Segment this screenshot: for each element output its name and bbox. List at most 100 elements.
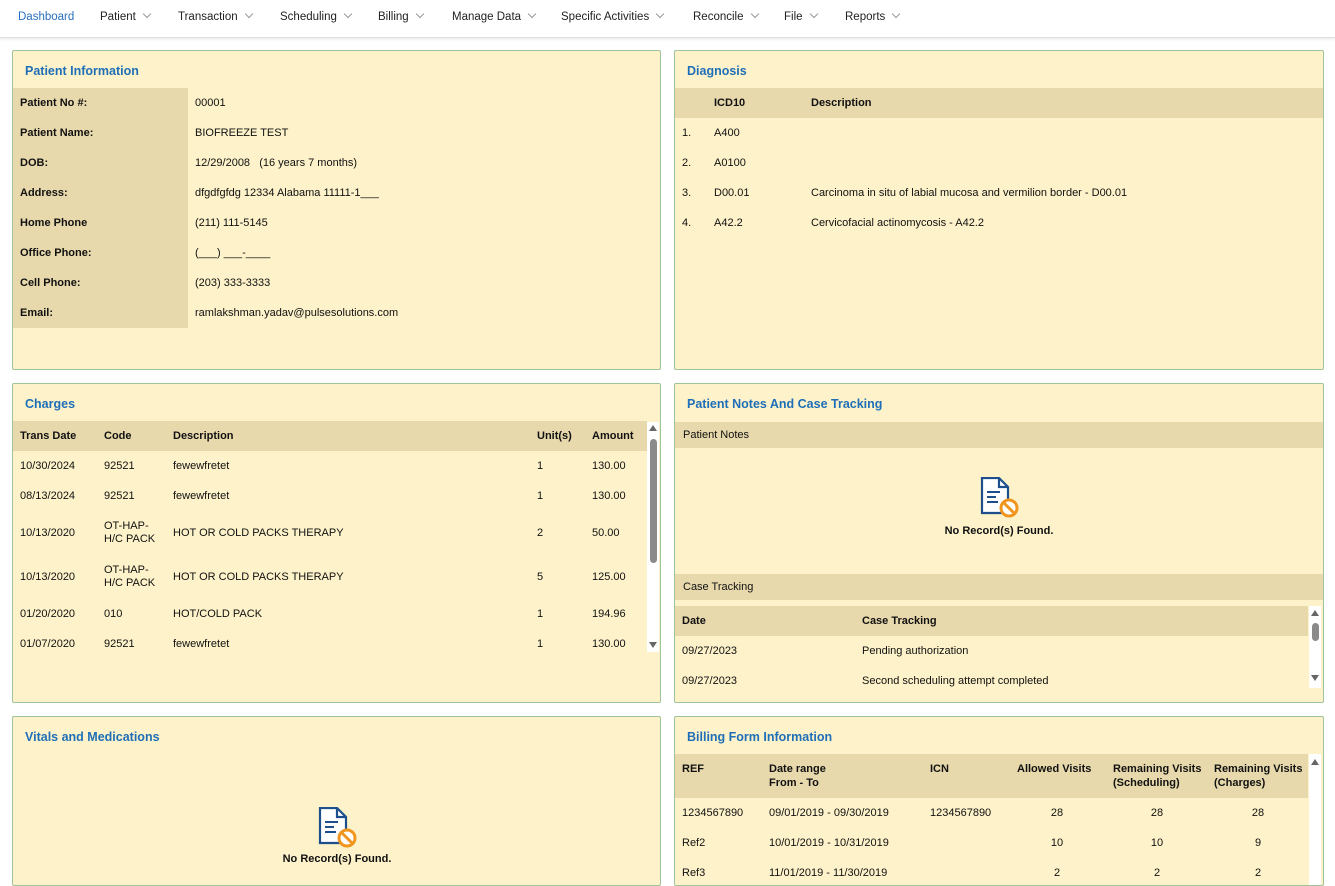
date-range-value: 10/01/2019 - 10/31/2019 — [769, 837, 889, 849]
column-header: Unit(s) — [537, 430, 572, 442]
column-header: Date range — [769, 763, 826, 775]
charge-units: 5 — [537, 571, 544, 583]
icd-code: A42.2 — [714, 217, 743, 229]
trans-date: 08/13/2024 — [20, 490, 76, 502]
nav-patient[interactable]: Patient — [100, 9, 152, 23]
nav-reconcile[interactable]: Reconcile — [693, 9, 759, 23]
no-records-icon — [979, 476, 1019, 522]
chevron-down-icon — [244, 9, 253, 19]
charge-units: 1 — [537, 638, 544, 650]
nav-transaction-label: Transaction — [178, 11, 238, 23]
row-number: 4. — [682, 217, 692, 229]
dob-value: 12/29/2008 (16 years 7 months) — [195, 157, 358, 169]
allowed-visits-value: 10 — [1050, 837, 1064, 849]
icd-code: A0100 — [714, 157, 746, 169]
charge-description: fewewfretet — [173, 638, 230, 650]
field-label: Cell Phone: — [20, 277, 81, 289]
remaining-scheduling-value: 10 — [1150, 837, 1164, 849]
scroll-up-icon[interactable] — [1311, 759, 1319, 765]
field-label: Patient Name: — [20, 127, 94, 139]
charge-amount: 194.96 — [592, 608, 626, 620]
home-phone-value: (211) 111-5145 — [195, 217, 268, 229]
column-header: Remaining Visits — [1214, 763, 1303, 775]
charge-amount: 50.00 — [592, 527, 620, 539]
row-number: 1. — [682, 127, 692, 139]
charge-code: 92521 — [104, 460, 135, 472]
column-header: REF — [682, 763, 704, 775]
nav-reports[interactable]: Reports — [845, 9, 901, 23]
chevron-down-icon — [655, 9, 665, 19]
row-number: 3. — [682, 187, 692, 199]
charge-amount: 125.00 — [592, 571, 626, 583]
nav-manage-data[interactable]: Manage Data — [452, 9, 537, 23]
column-header: ICN — [930, 763, 949, 775]
column-header: Trans Date — [20, 430, 77, 442]
nav-dashboard[interactable]: Dashboard — [18, 11, 74, 23]
charge-description: fewewfretet — [173, 490, 230, 502]
table-header: Trans Date Code Description Unit(s) Amou… — [13, 421, 647, 451]
remaining-scheduling-value: 2 — [1153, 867, 1161, 879]
icn-value: 1234567890 — [930, 807, 992, 819]
scroll-thumb[interactable] — [1312, 623, 1319, 641]
nav-scheduling[interactable]: Scheduling — [280, 9, 353, 23]
date-range-value: 09/01/2019 - 09/30/2019 — [769, 807, 889, 819]
nav-file-label: File — [784, 11, 803, 23]
remaining-charges-value: 9 — [1254, 837, 1262, 849]
scroll-down-icon[interactable] — [649, 642, 657, 648]
remaining-charges-value: 2 — [1254, 867, 1262, 879]
column-header: (Scheduling) — [1113, 777, 1180, 789]
scroll-thumb[interactable] — [650, 439, 657, 563]
allowed-visits-value: 2 — [1053, 867, 1061, 879]
remaining-charges-value: 28 — [1251, 807, 1265, 819]
charge-description: HOT/COLD PACK — [173, 608, 263, 620]
column-header: Code — [104, 430, 132, 442]
scroll-up-icon[interactable] — [649, 425, 657, 431]
nav-specific-activities[interactable]: Specific Activities — [561, 9, 665, 23]
charge-code: 010 — [104, 608, 123, 620]
column-header: Allowed Visits — [1017, 763, 1092, 775]
chevron-down-icon — [809, 9, 818, 19]
charge-units: 1 — [537, 460, 544, 472]
panel-title: Diagnosis — [687, 64, 747, 78]
case-tracking-scrollbar[interactable] — [1309, 606, 1321, 688]
date-range-value: 11/01/2019 - 11/30/2019 — [769, 867, 888, 879]
trans-date: 10/13/2020 — [20, 571, 76, 583]
ref-value: 1234567890 — [682, 807, 744, 819]
column-header: Description — [811, 97, 872, 109]
cell-phone-value: (203) 333-3333 — [195, 277, 271, 289]
charges-scrollbar[interactable] — [647, 422, 659, 652]
charge-code: 92521 — [104, 638, 135, 650]
scroll-down-icon[interactable] — [1311, 675, 1319, 681]
charge-description: HOT OR COLD PACKS THERAPY — [173, 527, 344, 539]
charge-units: 2 — [537, 527, 544, 539]
nav-scheduling-label: Scheduling — [280, 11, 337, 23]
case-date: 09/27/2023 — [682, 645, 738, 657]
billing-scrollbar[interactable] — [1309, 754, 1321, 885]
charge-amount: 130.00 — [592, 490, 626, 502]
remaining-scheduling-value: 28 — [1150, 807, 1164, 819]
trans-date: 01/20/2020 — [20, 608, 76, 620]
icd-code: D00.01 — [714, 187, 750, 199]
panel-title: Vitals and Medications — [25, 730, 160, 744]
nav-dashboard-label: Dashboard — [18, 11, 75, 23]
case-date: 09/27/2023 — [682, 675, 738, 687]
chevron-down-icon — [343, 9, 353, 19]
table-header: REF Date range From - To ICN Allowed Vis… — [675, 754, 1308, 798]
row-number: 2. — [682, 157, 692, 169]
scroll-up-icon[interactable] — [1311, 610, 1319, 616]
top-nav: Dashboard Patient Transaction Scheduling… — [0, 0, 1335, 38]
column-header: Case Tracking — [862, 615, 937, 627]
nav-billing[interactable]: Billing — [378, 9, 424, 23]
nav-file[interactable]: File — [784, 9, 818, 23]
email-value: ramlakshman.yadav@pulsesolutions.com — [195, 307, 399, 319]
icd-description: Carcinoma in situ of labial mucosa and v… — [811, 187, 1128, 199]
nav-transaction[interactable]: Transaction — [178, 9, 253, 23]
panel-title: Patient Notes And Case Tracking — [687, 397, 883, 411]
charge-amount: 130.00 — [592, 638, 626, 650]
charge-description: HOT OR COLD PACKS THERAPY — [173, 571, 344, 583]
field-label: Office Phone: — [20, 247, 92, 259]
field-label: Address: — [20, 187, 68, 199]
nav-patient-label: Patient — [100, 11, 136, 23]
patient-no-value: 00001 — [195, 97, 226, 109]
patient-notes-header: Patient Notes — [675, 422, 1323, 448]
